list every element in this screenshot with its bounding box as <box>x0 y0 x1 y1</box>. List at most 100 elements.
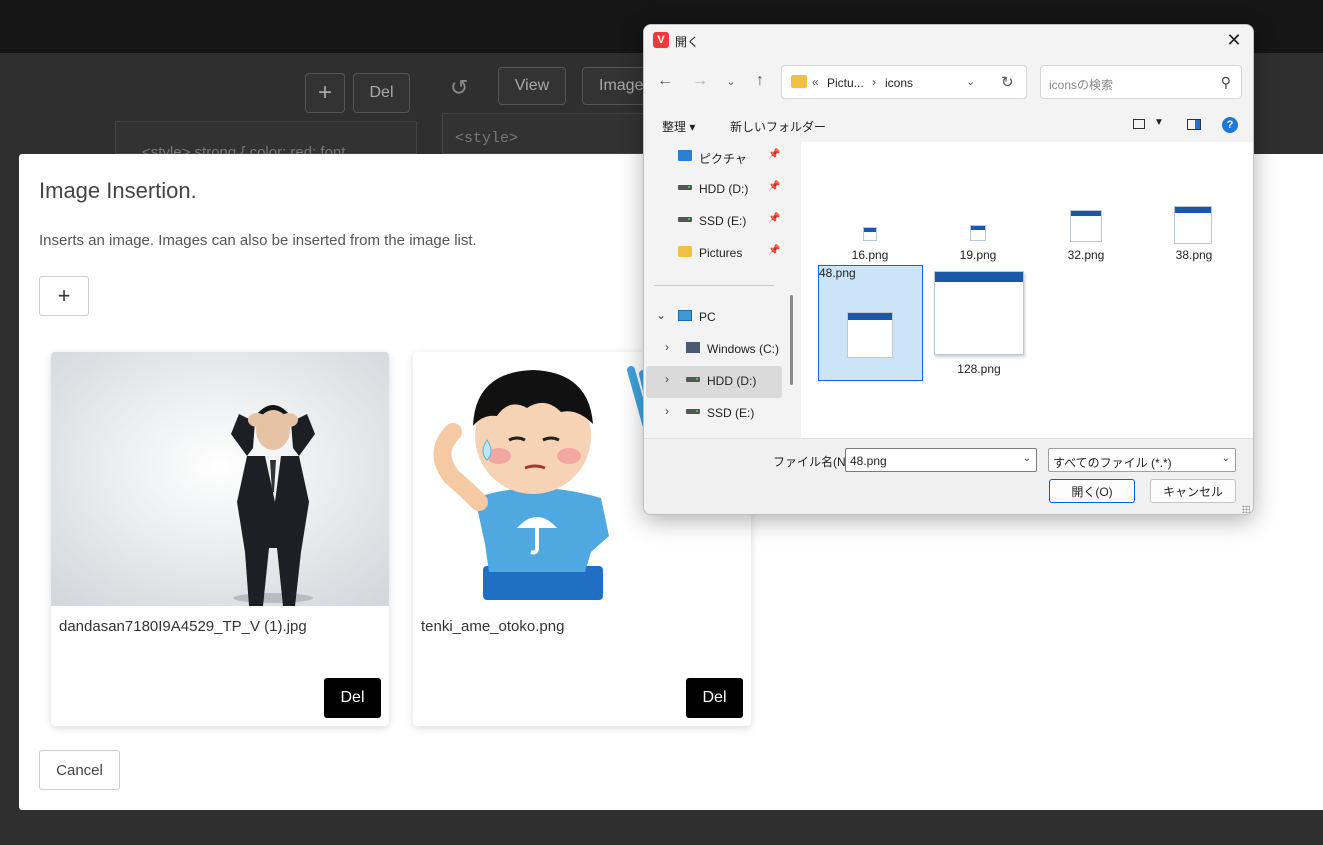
nav-item-windows-c[interactable]: › Windows (C:) <box>644 334 784 362</box>
pin-icon: 📌 <box>768 181 781 192</box>
search-placeholder: iconsの検索 <box>1049 78 1114 92</box>
bg-image-button: Image <box>582 67 652 105</box>
drive-icon <box>686 409 700 414</box>
image-thumbnail-businessman[interactable] <box>51 352 389 606</box>
nav-item-pictures-folder[interactable]: Pictures 📌 <box>644 238 784 266</box>
nav-divider <box>654 285 774 286</box>
chevron-right-icon[interactable]: › <box>665 340 669 354</box>
chevron-down-icon[interactable]: ⌄ <box>1222 453 1230 464</box>
address-bar[interactable]: « Pictu... › icons ⌄ ↻ <box>781 65 1027 99</box>
pc-icon <box>678 310 692 321</box>
open-button[interactable]: 開く(O) <box>1049 479 1135 503</box>
pictures-icon <box>678 150 692 161</box>
file-item[interactable]: 32.png <box>1034 204 1138 262</box>
file-open-dialog: V 開く ✕ ← → ⌄ ↑ « Pictu... › icons ⌄ ↻ ic… <box>643 24 1254 515</box>
drive-icon <box>678 185 692 190</box>
file-item[interactable]: 128.png <box>927 265 1031 381</box>
organize-menu[interactable]: 整理 ▾ <box>662 118 695 135</box>
address-overflow-icon[interactable]: « <box>812 75 819 89</box>
delete-image-button[interactable]: Del <box>324 678 381 718</box>
file-item[interactable]: 16.png <box>818 222 922 262</box>
nav-item-label: Windows (C:) <box>707 342 780 356</box>
bg-editor-right: <style> <box>442 113 652 154</box>
new-folder-button[interactable]: 新しいフォルダー <box>730 118 826 135</box>
filename-input[interactable]: 48.png ⌄ <box>845 448 1037 472</box>
back-arrow-icon[interactable]: ← <box>654 70 676 92</box>
chevron-down-icon[interactable]: ⌄ <box>966 75 975 88</box>
up-arrow-icon[interactable]: ↑ <box>749 70 771 92</box>
chevron-down-icon[interactable]: ⌄ <box>1023 453 1031 464</box>
nav-item-ssd-e[interactable]: › SSD (E:) <box>644 398 784 426</box>
pin-icon: 📌 <box>768 245 781 256</box>
help-icon[interactable]: ? <box>1222 117 1238 133</box>
view-mode-chevron-icon[interactable]: ▼ <box>1154 117 1164 128</box>
file-name: 19.png <box>959 248 997 262</box>
filename-value: 48.png <box>850 454 887 468</box>
nav-item-label: HDD (D:) <box>707 374 757 388</box>
calendar-icon <box>1174 206 1212 244</box>
drive-icon <box>686 377 700 382</box>
filename-label: ファイル名(N): <box>773 455 853 469</box>
file-item[interactable]: 19.png <box>926 222 1030 262</box>
folder-icon <box>791 75 807 88</box>
file-item-selected[interactable]: 48.png <box>818 265 923 381</box>
nav-item-pc[interactable]: ⌄ PC <box>644 302 784 330</box>
nav-item-hdd-quick[interactable]: HDD (D:) 📌 <box>644 174 784 202</box>
filetype-value: すべてのファイル (*.*) <box>1053 456 1172 470</box>
refresh-icon[interactable]: ↻ <box>1001 73 1014 91</box>
breadcrumb-separator[interactable]: › <box>872 75 876 89</box>
dialog-titlebar[interactable]: V 開く ✕ <box>644 25 1253 55</box>
delete-image-button[interactable]: Del <box>686 678 743 718</box>
undo-icon: ↺ <box>450 75 469 100</box>
file-list: 16.png 19.png 32.png 38.png 48.png 128.p… <box>801 142 1253 438</box>
calendar-icon <box>863 227 877 241</box>
forward-arrow-icon[interactable]: → <box>689 70 711 92</box>
dialog-footer: ファイル名(N): 48.png ⌄ すべてのファイル (*.*) ⌄ 開く(O… <box>644 438 1253 514</box>
bg-editor-left: <style> strong { color: red; font <box>115 121 417 161</box>
image-filename: dandasan7180I9A4529_TP_V (1).jpg <box>59 618 307 635</box>
calendar-icon <box>847 312 893 358</box>
nav-item-label: PC <box>699 310 716 324</box>
view-mode-icon[interactable] <box>1133 119 1145 129</box>
calendar-icon <box>970 225 986 241</box>
dialog-title: 開く <box>675 35 700 49</box>
nav-item-label: HDD (D:) <box>699 182 749 196</box>
nav-item-label: SSD (E:) <box>707 406 755 420</box>
dialog-cancel-button[interactable]: キャンセル <box>1150 479 1236 503</box>
search-icon[interactable]: ⚲ <box>1221 74 1231 91</box>
drive-icon <box>678 217 692 222</box>
breadcrumb-pictures[interactable]: Pictu... <box>827 76 864 90</box>
search-field[interactable]: iconsの検索 ⚲ <box>1040 65 1242 99</box>
file-item[interactable]: 38.png <box>1142 204 1246 262</box>
nav-item-hdd-d[interactable]: › HDD (D:) <box>644 366 784 394</box>
folder-icon <box>678 246 692 257</box>
resize-grip[interactable] <box>1242 505 1250 513</box>
breadcrumb-icons[interactable]: icons <box>885 76 913 90</box>
chevron-down-icon[interactable]: ⌄ <box>656 308 666 322</box>
preview-pane-icon[interactable] <box>1187 119 1201 130</box>
bg-view-button: View <box>498 67 566 105</box>
vivaldi-icon: V <box>653 32 669 48</box>
bg-del-button: Del <box>353 73 410 113</box>
nav-item-pictures[interactable]: ピクチャ 📌 <box>644 142 784 170</box>
windows-drive-icon <box>686 342 700 353</box>
add-image-button[interactable]: + <box>39 276 89 316</box>
nav-item-ssd-quick[interactable]: SSD (E:) 📌 <box>644 206 784 234</box>
dialog-toolbar: 整理 ▾ 新しいフォルダー ▼ ? <box>644 111 1253 141</box>
navigation-pane: ピクチャ 📌 HDD (D:) 📌 SSD (E:) 📌 Pictures 📌 … <box>644 142 800 438</box>
calendar-icon <box>1070 210 1102 242</box>
file-name: 32.png <box>1067 248 1105 262</box>
close-icon[interactable]: ✕ <box>1223 29 1245 51</box>
nav-item-label: SSD (E:) <box>699 214 747 228</box>
nav-scrollbar[interactable] <box>790 295 793 385</box>
filetype-select[interactable]: すべてのファイル (*.*) ⌄ <box>1048 448 1236 472</box>
chevron-right-icon[interactable]: › <box>665 404 669 418</box>
modal-description: Inserts an image. Images can also be ins… <box>39 232 477 249</box>
image-card: dandasan7180I9A4529_TP_V (1).jpg Del <box>51 352 389 726</box>
chevron-right-icon[interactable]: › <box>665 372 669 386</box>
recent-locations-chevron-icon[interactable]: ⌄ <box>720 70 742 92</box>
file-name: 38.png <box>1175 248 1213 262</box>
cancel-button[interactable]: Cancel <box>39 750 120 790</box>
nav-item-label: ピクチャ <box>699 152 747 166</box>
pin-icon: 📌 <box>768 213 781 224</box>
